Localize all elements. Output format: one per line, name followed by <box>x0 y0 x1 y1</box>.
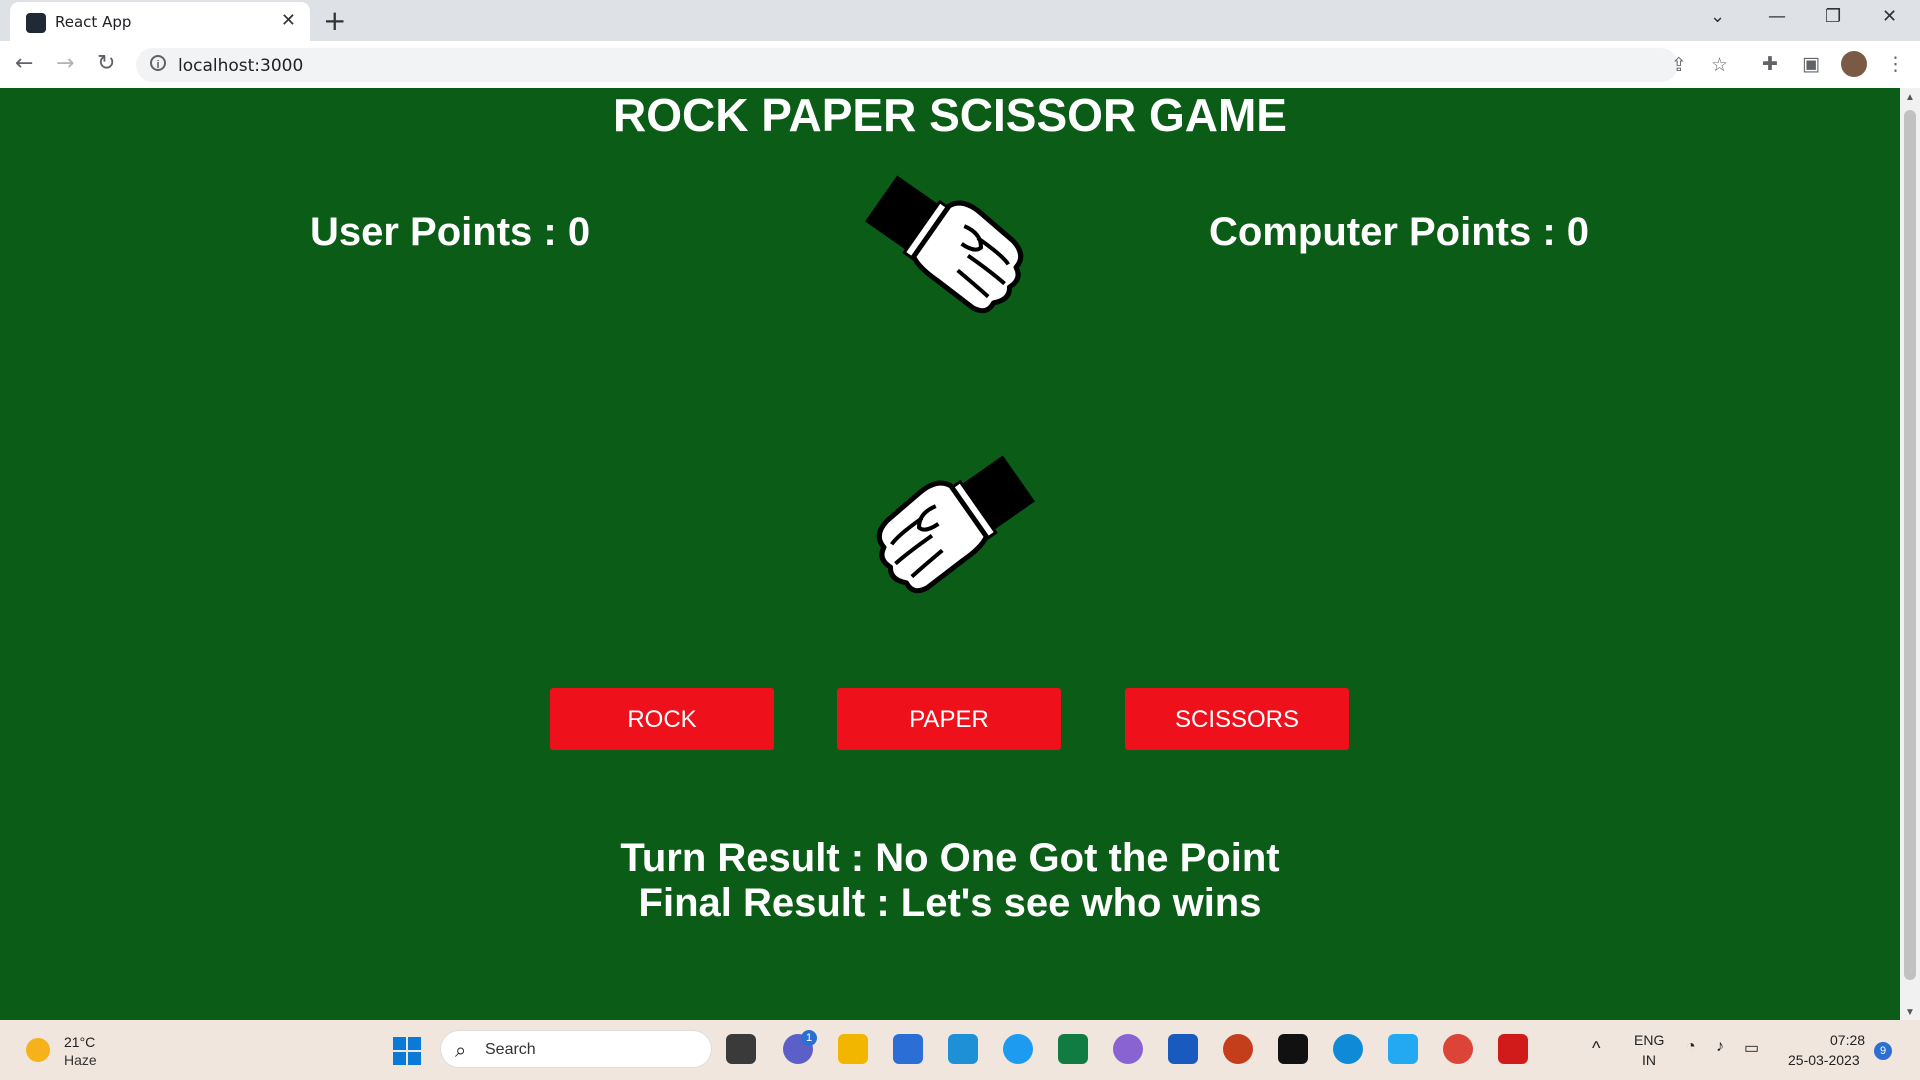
terminal-icon[interactable] <box>1278 1034 1308 1064</box>
excel-icon[interactable] <box>1058 1034 1088 1064</box>
clock-time[interactable]: 07:28 <box>1830 1032 1865 1048</box>
turn-result: Turn Result : No One Got the Point <box>620 836 1280 880</box>
browser-tab[interactable]: React App ✕ <box>10 2 310 41</box>
language-top[interactable]: ENG <box>1634 1032 1664 1048</box>
chat-badge: 1 <box>801 1030 817 1046</box>
wifi-icon[interactable]: ◔ <box>1686 1038 1696 1056</box>
haze-weather-icon <box>26 1038 50 1062</box>
browser-chrome: React App ✕ + ⌄ — ❐ ✕ ← → ↻ i localhost:… <box>0 0 1920 88</box>
paper-button[interactable]: PAPER <box>837 688 1061 750</box>
taskbar-search[interactable]: ⌕ Search <box>440 1030 712 1068</box>
copilot-icon[interactable] <box>1113 1034 1143 1064</box>
scrollbar-thumb[interactable] <box>1904 110 1916 980</box>
weather-condition: Haze <box>64 1052 97 1068</box>
battery-icon[interactable]: ▭ <box>1744 1038 1759 1058</box>
notification-badge[interactable]: 9 <box>1874 1042 1892 1060</box>
close-tab-icon[interactable]: ✕ <box>281 10 296 31</box>
weather-temp: 21°C <box>64 1034 96 1050</box>
share-icon[interactable]: ⇪ <box>1671 54 1687 76</box>
tab-bar: React App ✕ + ⌄ — ❐ ✕ <box>0 0 1920 41</box>
page-scrollbar[interactable]: ▲ ▼ <box>1900 88 1920 1020</box>
browser-toolbar: ← → ↻ i localhost:3000 ⇪ ☆ ✚ ▣ ⋮ <box>0 41 1920 88</box>
powerpoint-icon[interactable] <box>1223 1034 1253 1064</box>
scroll-down-arrow-icon[interactable]: ▼ <box>1905 1007 1915 1018</box>
edge-icon[interactable] <box>1333 1034 1363 1064</box>
chrome-icon[interactable] <box>1443 1034 1473 1064</box>
forward-button[interactable]: → <box>56 51 74 76</box>
clock-date[interactable]: 25-03-2023 <box>1788 1052 1860 1068</box>
user-points: User Points : 0 <box>310 210 591 254</box>
taskbar: 21°C Haze ⌕ Search 1 ^ ENG IN ◔ ♪ ▭ 07:2… <box>0 1020 1920 1080</box>
restore-button[interactable]: ❐ <box>1825 6 1841 27</box>
windows-start-icon[interactable] <box>392 1036 422 1066</box>
search-icon: ⌕ <box>455 1038 467 1062</box>
microsoft-store-icon[interactable] <box>893 1034 923 1064</box>
address-bar[interactable]: i localhost:3000 ⇪ ☆ <box>136 48 1728 82</box>
myhp-icon[interactable] <box>948 1034 978 1064</box>
new-tab-button[interactable]: + <box>323 4 346 37</box>
back-button[interactable]: ← <box>15 51 33 76</box>
reload-button[interactable]: ↻ <box>97 51 115 76</box>
side-panel-icon[interactable]: ▣ <box>1802 53 1820 75</box>
extensions-puzzle-icon[interactable]: ✚ <box>1762 53 1778 75</box>
site-info-icon[interactable]: i <box>150 55 166 71</box>
file-explorer-icon[interactable] <box>838 1034 868 1064</box>
volume-icon[interactable]: ♪ <box>1716 1038 1724 1056</box>
menu-kebab-icon[interactable]: ⋮ <box>1886 53 1905 75</box>
scissors-button[interactable]: SCISSORS <box>1125 688 1349 750</box>
language-bottom[interactable]: IN <box>1642 1052 1656 1068</box>
minimize-button[interactable]: — <box>1768 6 1786 27</box>
tab-title: React App <box>55 13 132 31</box>
search-label: Search <box>485 1041 536 1058</box>
tab-search-chevron-icon[interactable]: ⌄ <box>1710 6 1725 27</box>
react-favicon-icon <box>26 13 46 33</box>
profile-avatar[interactable] <box>1841 51 1867 77</box>
user-rock-hand-icon <box>876 455 1035 594</box>
weather-widget[interactable]: 21°C Haze <box>22 1032 172 1072</box>
help-icon[interactable] <box>1003 1034 1033 1064</box>
computer-points: Computer Points : 0 <box>1209 210 1590 254</box>
game-page: ROCK PAPER SCISSOR GAME User Points : 0 … <box>0 88 1900 1020</box>
bookmark-star-icon[interactable]: ☆ <box>1711 54 1728 76</box>
acrobat-icon[interactable] <box>1498 1034 1528 1064</box>
url-text[interactable]: localhost:3000 <box>178 56 303 76</box>
show-hidden-icons-chevron-icon[interactable]: ^ <box>1592 1038 1600 1059</box>
word-icon[interactable] <box>1168 1034 1198 1064</box>
final-result: Final Result : Let's see who wins <box>638 881 1262 925</box>
scroll-up-arrow-icon[interactable]: ▲ <box>1905 92 1915 103</box>
close-window-button[interactable]: ✕ <box>1882 6 1897 27</box>
game-title: ROCK PAPER SCISSOR GAME <box>613 89 1287 141</box>
task-view-icon[interactable] <box>726 1034 756 1064</box>
rock-button[interactable]: ROCK <box>550 688 774 750</box>
vscode-icon[interactable] <box>1388 1034 1418 1064</box>
computer-rock-hand-icon <box>865 175 1024 314</box>
